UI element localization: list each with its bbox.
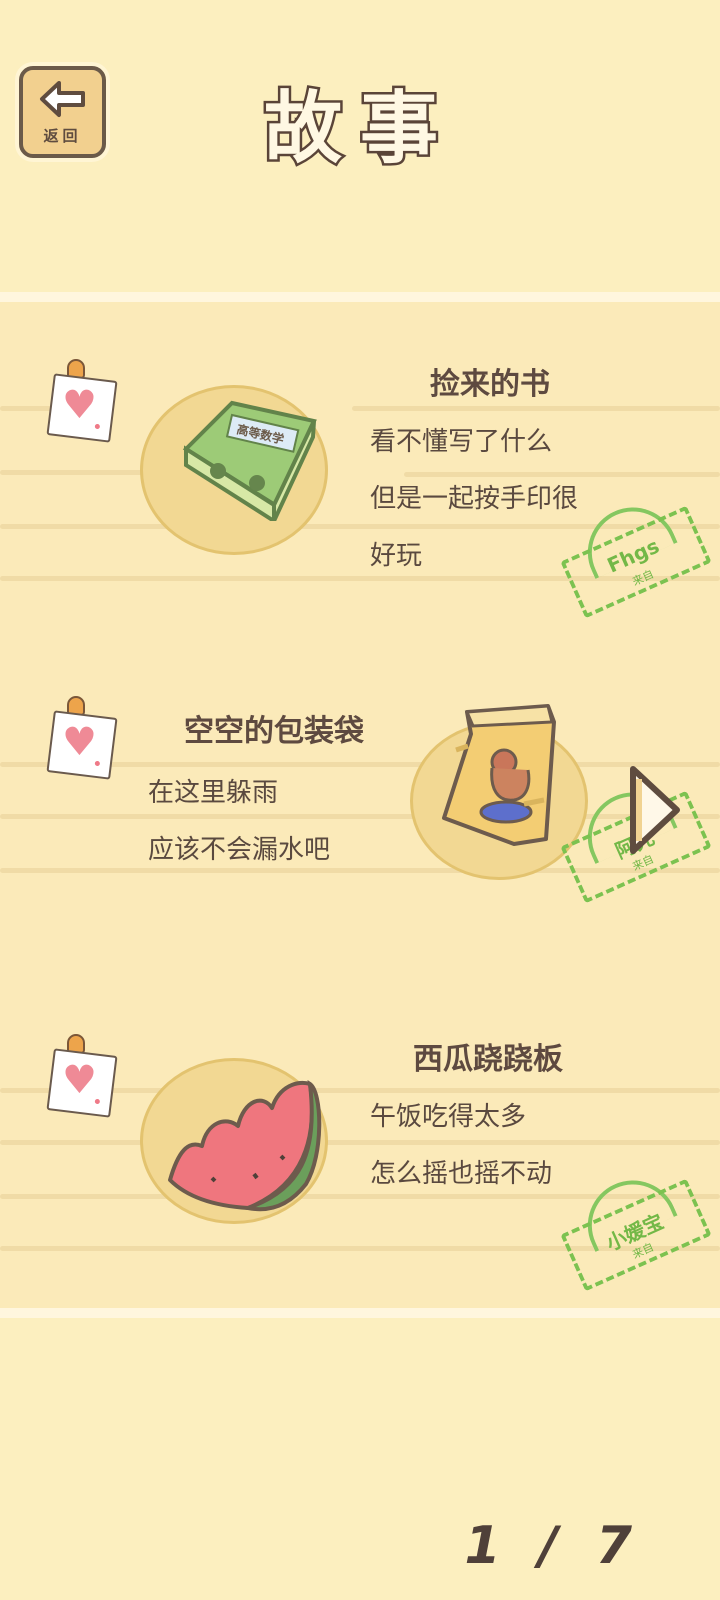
story-line: 怎么摇也摇不动 (370, 1159, 553, 1189)
page-indicator: 1 / 7 (464, 1516, 642, 1576)
heart-note: ♥ (46, 1034, 118, 1118)
heart-note: ♥ (46, 359, 118, 443)
story-title: 西瓜跷跷板 (413, 1042, 563, 1077)
story-title: 空空的包装袋 (184, 714, 364, 749)
story-line: 午饭吃得太多 (370, 1102, 527, 1132)
story-card-1[interactable]: ♥ 高等数学 捡来的书 看不懂写了什么 但是一起按手印很 好玩 Fhgs 来自 (0, 347, 720, 667)
heart-icon: ♥ (62, 1058, 97, 1103)
stamp: Fhgs 来自 (560, 493, 712, 619)
story-title: 捡来的书 (430, 367, 550, 402)
heart-note: ♥ (46, 696, 118, 780)
heart-icon: ♥ (62, 383, 97, 428)
watermelon-icon (168, 1079, 322, 1212)
chevron-right-icon (630, 766, 680, 854)
story-card-2[interactable]: ♥ 空空的包装袋 在这里躲雨 应该不会漏水吧 阿先 来自 (0, 684, 720, 1004)
story-line: 在这里躲雨 (148, 778, 279, 808)
book-icon: 高等数学 (182, 400, 317, 521)
story-line: 但是一起按手印很 (370, 484, 579, 514)
story-line: 好玩 (370, 541, 423, 571)
heart-icon: ♥ (62, 720, 97, 765)
package-bag-icon (442, 704, 556, 846)
story-card-3[interactable]: ♥ 西瓜跷跷板 午饭吃得太多 怎么摇也摇不动 小媛宝 来自 (0, 1022, 720, 1308)
page-title: 故事 (261, 82, 456, 177)
story-line: 看不懂写了什么 (370, 427, 553, 457)
next-page-button[interactable] (625, 763, 685, 857)
story-screen: 返回 故事 ♥ 高等数学 捡来的书 看不懂写了什么 但是一起按手印很 好玩 Fh… (0, 0, 720, 1600)
story-line: 应该不会漏水吧 (148, 835, 331, 865)
stories-panel: ♥ 高等数学 捡来的书 看不懂写了什么 但是一起按手印很 好玩 Fhgs 来自 (0, 292, 720, 1318)
stamp: 小媛宝 来自 (560, 1166, 712, 1292)
